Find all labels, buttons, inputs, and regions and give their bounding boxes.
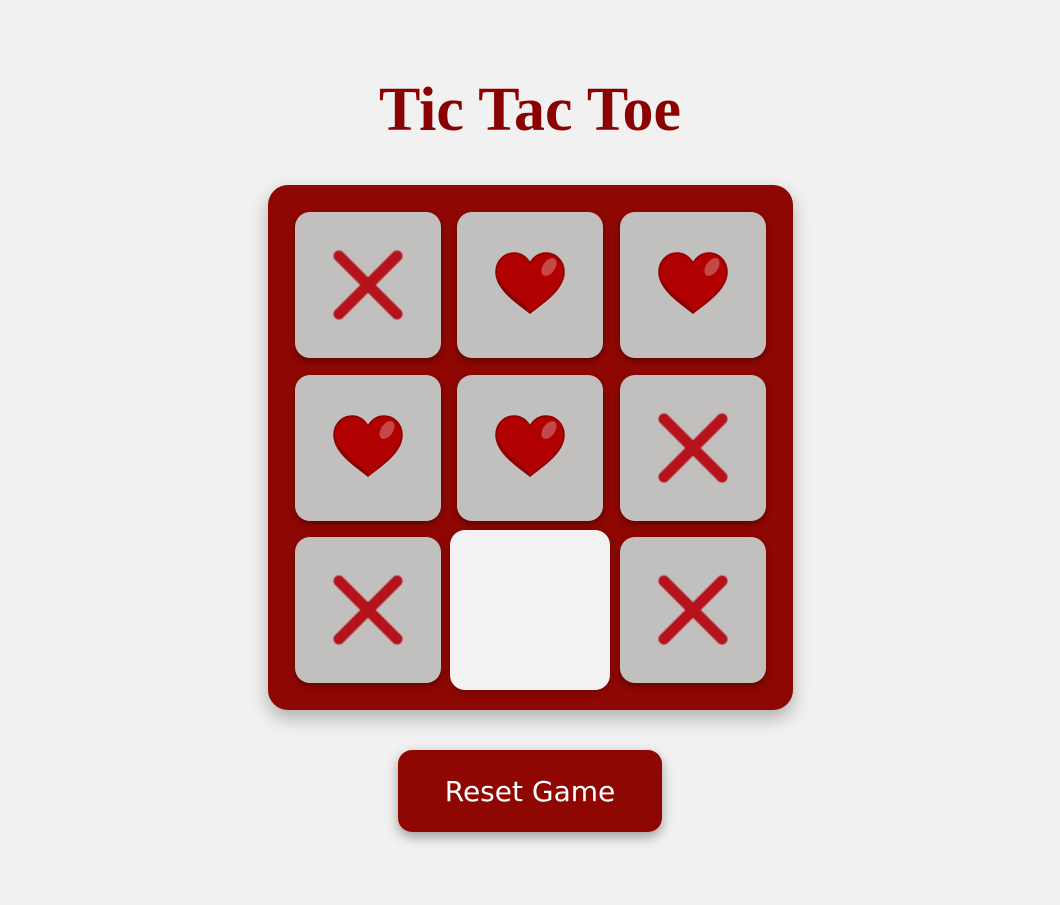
cell-0-2[interactable] [620, 212, 766, 358]
x-mark-icon [333, 575, 403, 645]
cell-2-1[interactable] [450, 530, 610, 690]
x-mark-icon [658, 575, 728, 645]
heart-icon [495, 415, 565, 477]
x-mark-icon [333, 250, 403, 320]
x-mark-icon [658, 413, 728, 483]
cell-1-1[interactable] [457, 375, 603, 521]
page-title: Tic Tac Toe [378, 76, 682, 144]
heart-icon [495, 252, 565, 314]
heart-icon [333, 415, 403, 477]
cell-0-0[interactable] [295, 212, 441, 358]
reset-game-button[interactable]: Reset Game [398, 750, 662, 832]
cell-0-1[interactable] [457, 212, 603, 358]
cell-2-2[interactable] [620, 537, 766, 683]
cell-1-0[interactable] [295, 375, 441, 521]
game-board [268, 185, 793, 710]
cell-1-2[interactable] [620, 375, 766, 521]
cell-2-0[interactable] [295, 537, 441, 683]
heart-icon [658, 252, 728, 314]
